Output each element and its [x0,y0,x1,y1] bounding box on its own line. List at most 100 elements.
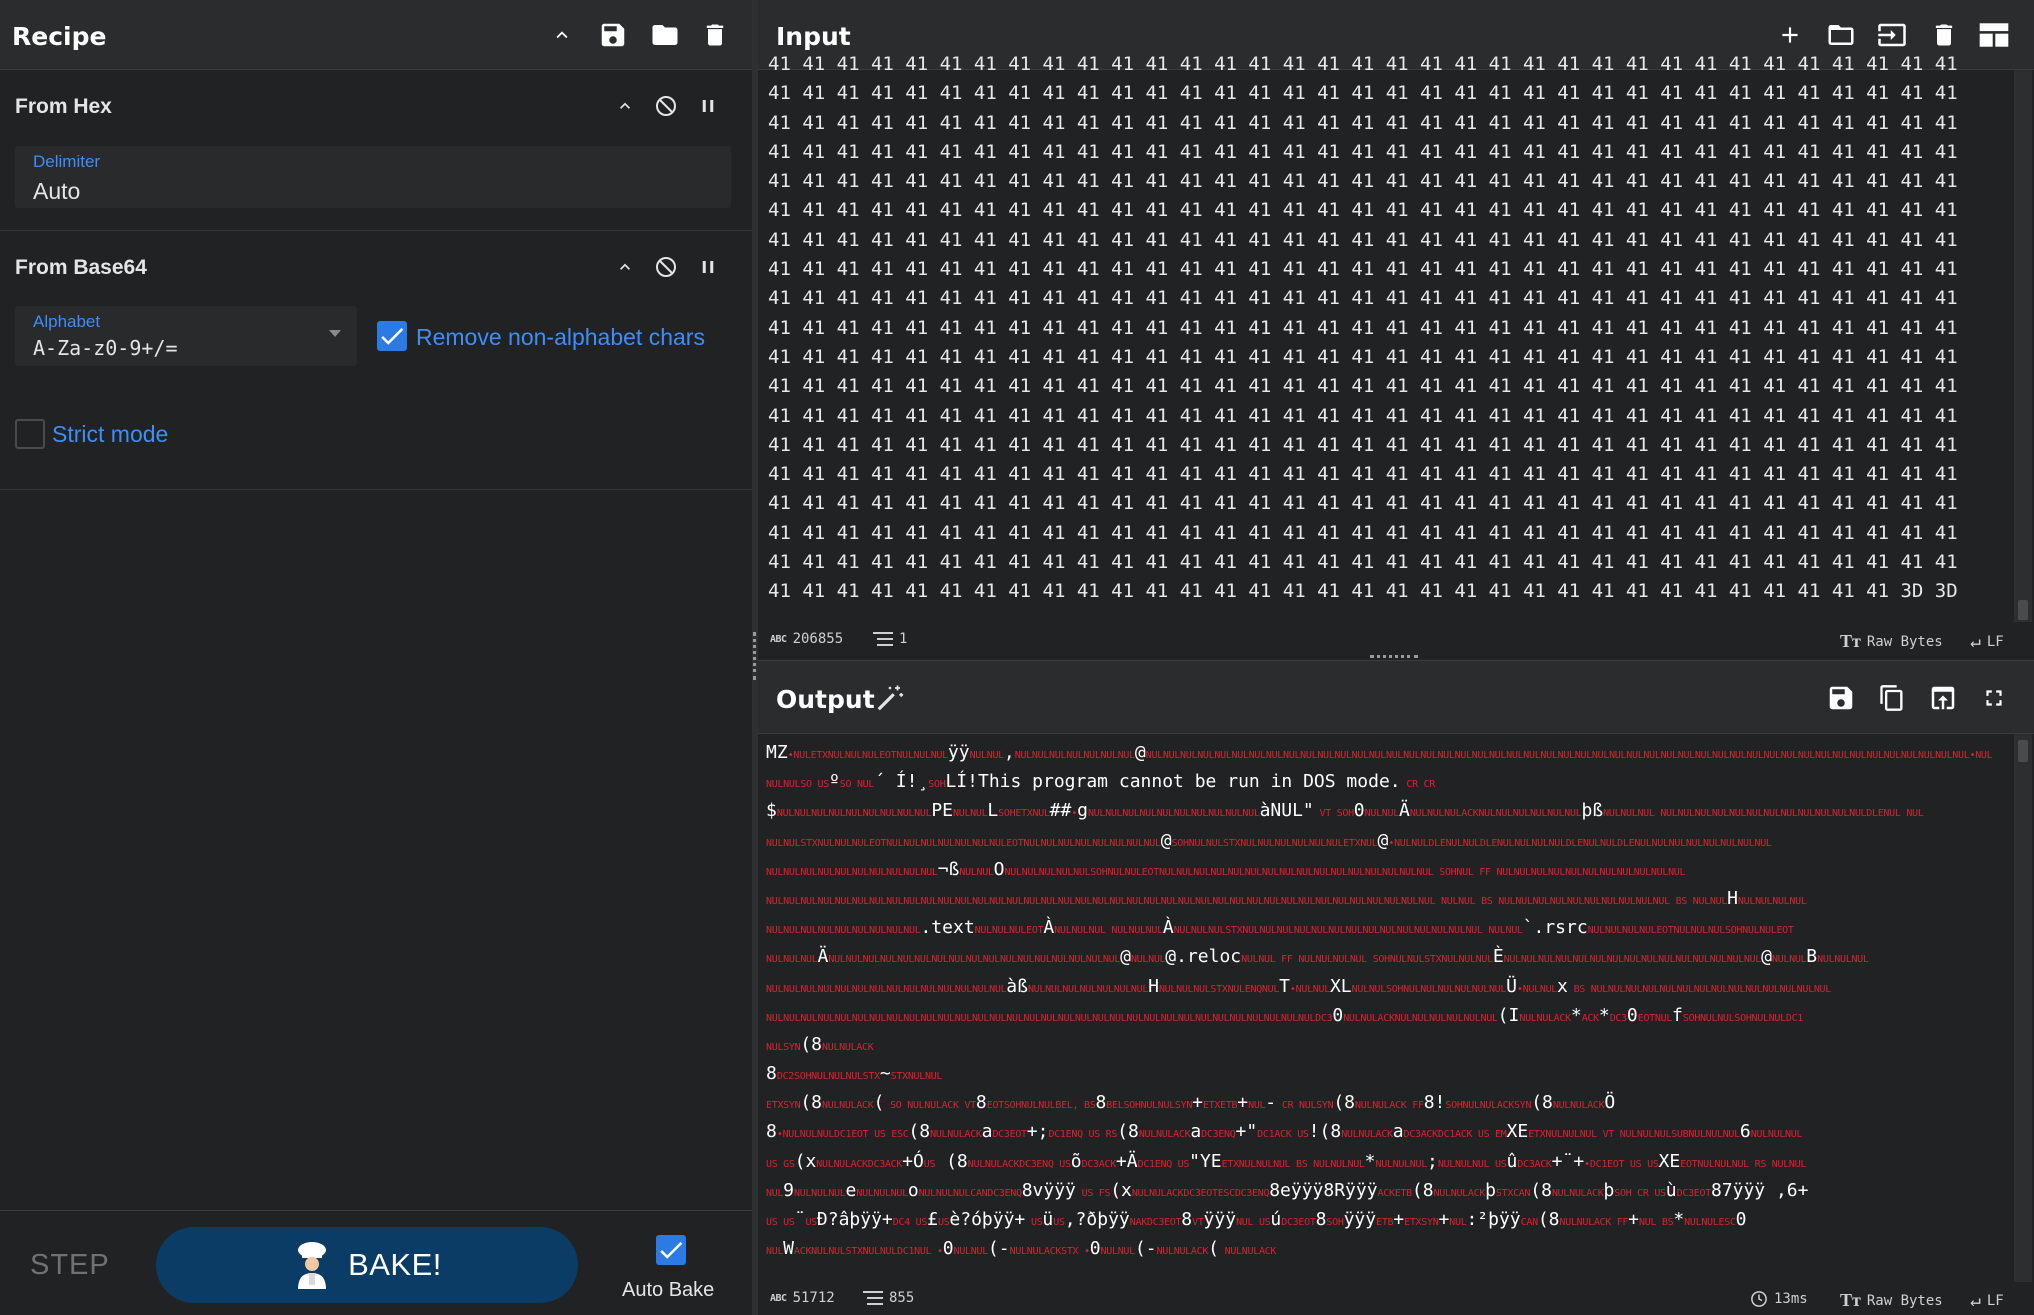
collapse-all-button[interactable] [540,0,584,70]
checkmark-icon [381,328,404,345]
text-size-icon: Tт [1840,1290,1861,1310]
strict-mode-label[interactable]: Strict mode [52,421,168,448]
remove-non-alphabet-checkbox[interactable] [377,321,407,351]
output-panel: Output MZ•NULETXNULNULNULEOTNULNULNULÿÿN… [758,660,2034,1315]
input-title: Input [776,22,851,51]
eol-button[interactable]: ↵ LF [1970,631,2004,652]
chevron-up-icon [556,31,568,39]
dropdown-arrow-icon [329,330,341,337]
output-line: US GS(xNULNULACKDC3ACK+ÓUS (8NULNULACKDC… [766,1150,1807,1172]
output-title: Output [776,685,875,714]
alphabet-select[interactable]: Alphabet A-Za-z0-9+/= [15,306,357,366]
collapse-operation-button[interactable] [605,247,645,287]
output-line: NULNULNULNULNULNULNULNULNUL.textNULNULNU… [766,917,1794,939]
output-line: NULWACKNULNULSTXNULNULDC1NUL •0NULNUL(-N… [766,1238,1277,1260]
operation-title: From Base64 [15,256,147,279]
copy-output-button[interactable] [1870,663,1914,733]
clock-icon [1751,1291,1767,1307]
output-line: NULNULSO USºSO NUL´ Í!¸SOHLÍ!This progra… [766,771,1435,793]
replace-input-button[interactable] [1921,663,1965,733]
save-icon [1829,686,1853,710]
checkmark-icon [660,1242,683,1259]
maximise-output-button[interactable] [1972,663,2016,733]
breakpoint-button[interactable] [688,86,728,126]
save-icon [601,23,625,47]
text-size-icon: Tт [1840,631,1861,651]
length-stat: ABC 206855 [770,631,843,647]
pause-icon [702,261,714,273]
output-line: NULNULSTXNULNULNULEOTNULNULNULNULNULNULN… [766,829,1772,851]
input-file-icon [1878,23,1906,47]
auto-bake-label: Auto Bake [622,1279,715,1301]
recipe-title: Recipe [12,22,107,51]
operation-title: From Hex [15,95,112,118]
upload-icon [1931,686,1955,710]
plus-icon [1782,27,1798,43]
collapse-operation-button[interactable] [605,86,645,126]
output-line: 8DC2SOHNULNULNULSTX~STXNULNUL [766,1063,943,1085]
bake-time-stat: 13ms [1750,1290,1808,1308]
cyberchef-app: Recipe From Hex Delimiter Auto From Base… [0,0,2034,1315]
output-line: NULNULNULNULNULNULNULNULNULNULNULNULNULN… [766,887,1807,909]
bake-controls: STEP BAKE! Auto Bake [0,1210,752,1315]
output-line: NUL9NULNULNULeNULNULNULoNULNULNULCANDC3E… [766,1179,1809,1201]
breakpoint-button[interactable] [688,247,728,287]
output-textarea[interactable]: MZ•NULETXNULNULNULEOTNULNULNULÿÿNULNUL,N… [766,738,2016,1278]
bake-button[interactable]: BAKE! [156,1227,578,1303]
disable-operation-button[interactable] [646,247,686,287]
output-line: 8•NULNULNULDC1EOT US ESC(8NULNULACKaDC3E… [766,1121,1803,1143]
recipe-header: Recipe [0,0,752,70]
io-resize-handle[interactable] [1370,655,1418,658]
save-output-button[interactable] [1819,663,1863,733]
output-line: US US¨USÐ?âþÿÿ+DC4 US£USè?óþÿÿ+ USüUS,?ð… [766,1209,1747,1230]
remove-non-alphabet-label[interactable]: Remove non-alphabet chars [416,324,705,351]
lines-value: 1 [899,631,908,647]
input-status-bar: ABC 206855 1 Tт Raw Bytes ↵ LF [758,622,2034,656]
output-line: NULNULNULNULNULNULNULNULNULNULNULNULNULN… [766,975,1832,997]
trash-icon [706,24,724,46]
output-status-bar: ABC 51712 855 13ms Tт Raw Bytes ↵ LF [758,1281,2034,1315]
disable-operation-button[interactable] [646,86,686,126]
output-line: ETXSYN(8NULNULACK( SO NULNULACK VT8EOTSO… [766,1092,1616,1114]
auto-bake-checkbox[interactable] [656,1235,686,1265]
return-icon: ↵ [1970,631,1981,652]
eol-button[interactable]: ↵ LF [1970,1290,2004,1311]
input-textarea[interactable]: 41 41 41 41 41 41 41 41 41 41 41 41 41 4… [768,50,2008,608]
folder-icon [652,25,678,45]
encoding-button[interactable]: Tт Raw Bytes [1840,1290,1943,1311]
lines-icon [863,1291,883,1305]
grip-icon [753,632,756,680]
delimiter-field[interactable]: Delimiter Auto [15,146,731,208]
output-scrollbar[interactable] [2014,734,2032,1282]
operation-from-hex: From Hex Delimiter Auto [0,71,752,231]
clear-recipe-button[interactable] [693,0,737,70]
step-button[interactable]: STEP [30,1249,110,1282]
recipe-panel: Recipe From Hex Delimiter Auto From Base… [0,0,752,1315]
length-stat: ABC 51712 [770,1290,835,1306]
scroll-thumb[interactable] [2018,740,2028,762]
layout-icon [1979,23,2009,47]
input-scrollbar[interactable] [2014,70,2032,622]
encoding-button[interactable]: Tт Raw Bytes [1840,631,1943,652]
scroll-thumb[interactable] [2018,600,2028,620]
abc-icon: ABC [770,633,787,645]
output-line: MZ•NULETXNULNULNULEOTNULNULNULÿÿNULNUL,N… [766,742,1993,763]
output-line: NULNULNULNULNULNULNULNULNULNUL¬ßNULNULON… [766,858,1686,880]
disable-icon [656,96,676,116]
load-recipe-button[interactable] [643,0,687,70]
abc-icon: ABC [770,1292,787,1304]
fullscreen-icon [1986,690,2002,706]
lines-value: 855 [889,1290,915,1306]
save-recipe-button[interactable] [591,0,635,70]
input-panel: Input 41 41 41 41 41 41 41 41 41 41 41 4… [758,0,2034,660]
magic-wand-icon [877,685,904,711]
chevron-up-icon [620,263,630,270]
lines-stat: 1 [873,631,907,647]
output-line: NULSYN(8NULNULACK [766,1033,874,1055]
auto-bake-toggle[interactable]: Auto Bake [622,1235,722,1305]
lines-stat: 855 [863,1290,914,1306]
strict-mode-checkbox[interactable] [15,419,45,449]
magic-button[interactable] [868,663,912,733]
output-line: NULNULNULÄNULNULNULNULNULNULNULNULNULNUL… [766,946,1869,968]
folder-open-icon [1828,25,1854,45]
